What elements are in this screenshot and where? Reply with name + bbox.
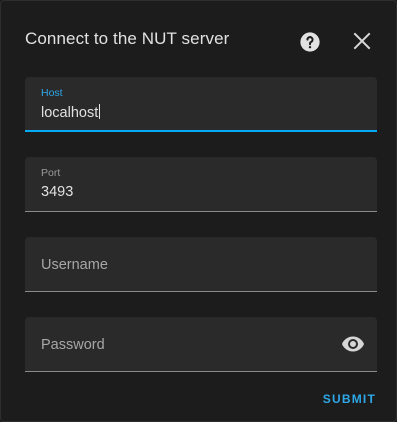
host-input[interactable]: localhost [41, 104, 101, 121]
host-value: localhost [41, 105, 99, 121]
password-label: Password [41, 337, 105, 353]
port-field[interactable]: Port 3493 [25, 157, 377, 212]
host-field[interactable]: Host localhost [25, 77, 377, 132]
eye-icon [342, 336, 364, 352]
help-button[interactable] [298, 30, 322, 54]
username-field[interactable]: Username [25, 237, 377, 292]
close-icon [353, 32, 371, 50]
username-label: Username [41, 257, 108, 273]
close-button[interactable] [350, 29, 374, 53]
dialog-title: Connect to the NUT server [25, 29, 230, 48]
help-circle-icon [300, 32, 320, 52]
port-label: Port [41, 167, 61, 179]
toggle-password-visibility-button[interactable] [341, 332, 365, 356]
submit-button[interactable]: SUBMIT [323, 392, 376, 406]
connect-dialog: Connect to the NUT server Host localhost… [0, 0, 397, 422]
port-input[interactable]: 3493 [41, 184, 73, 200]
text-caret [99, 104, 101, 119]
password-field[interactable]: Password [25, 317, 377, 372]
host-label: Host [41, 87, 63, 99]
